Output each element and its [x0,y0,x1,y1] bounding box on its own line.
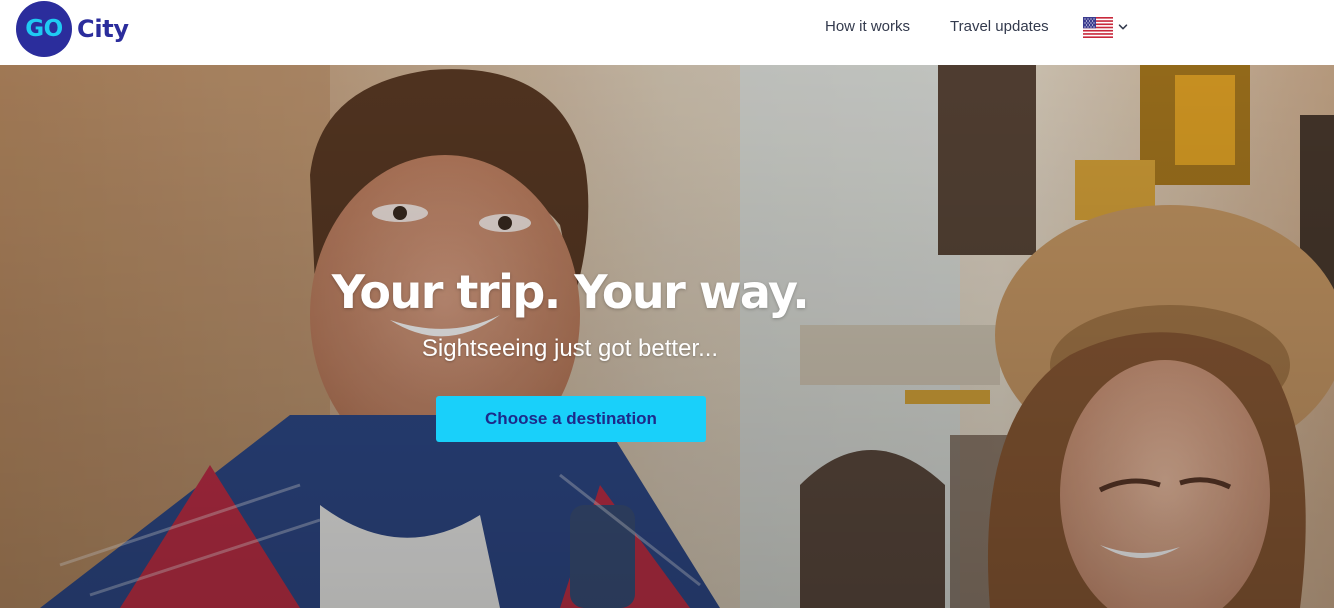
hero-banner: Your trip. Your way. Sightseeing just go… [0,65,1334,608]
hero-subheadline: Sightseeing just got better... [421,335,719,362]
logo-badge: GO [16,1,72,57]
hero-content: Your trip. Your way. Sightseeing just go… [0,65,1334,608]
logo-badge-text: GO [25,16,63,42]
site-header: GO City How it works Travel updates [0,0,1334,65]
hero-headline: Your trip. Your way. [331,265,810,319]
choose-destination-button[interactable]: Choose a destination [436,396,706,442]
locale-selector[interactable] [1083,16,1128,38]
nav-how-it-works[interactable]: How it works [825,17,910,37]
go-city-logo[interactable]: GO City [16,1,129,57]
chevron-down-icon [1118,24,1128,30]
us-flag-icon [1083,16,1113,38]
nav-travel-updates[interactable]: Travel updates [950,17,1049,37]
logo-wordmark: City [77,15,129,43]
